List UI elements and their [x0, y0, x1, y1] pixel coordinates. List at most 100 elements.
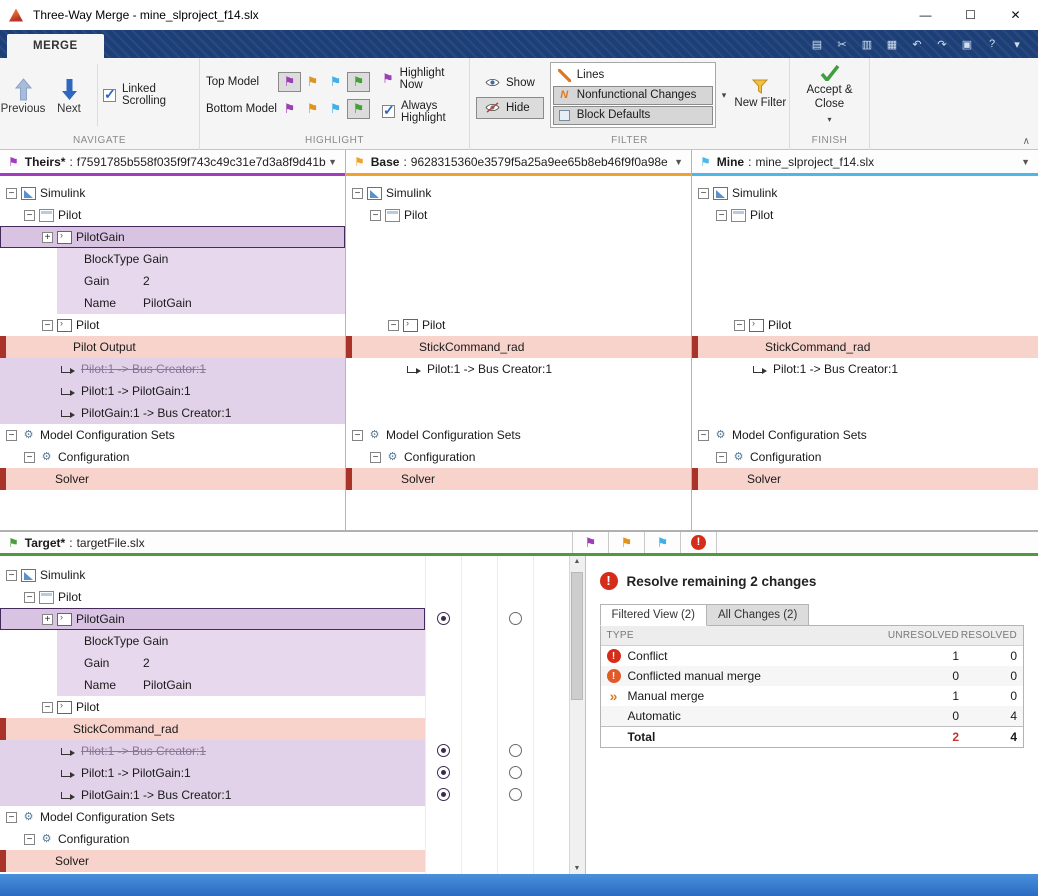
copy-button[interactable]: ▥: [856, 34, 878, 54]
collapse-toggle[interactable]: −: [24, 833, 35, 845]
property-row[interactable]: Name PilotGain: [0, 292, 345, 314]
tree-row[interactable]: PilotGain:1 -> Bus Creator:1: [0, 784, 425, 806]
next-button[interactable]: Next: [46, 61, 92, 129]
always-highlight-checkbox[interactable]: Always Highlight: [382, 100, 469, 124]
collapse-toggle[interactable]: −: [698, 429, 709, 441]
collapse-toggle[interactable]: −: [42, 319, 53, 331]
collapse-toggle[interactable]: −: [6, 187, 17, 199]
tab-merge[interactable]: MERGE: [7, 34, 104, 58]
tree-row[interactable]: − ⚙ Configuration: [0, 446, 345, 468]
tree-row[interactable]: Pilot:1 -> Bus Creator:1: [692, 358, 1038, 380]
linked-scrolling-checkbox[interactable]: Linked Scrolling: [102, 83, 199, 107]
tree-row[interactable]: StickCommand_rad: [692, 336, 1038, 358]
collapse-toggle[interactable]: −: [24, 209, 35, 221]
cut-button[interactable]: ✂: [831, 34, 853, 54]
filter-item[interactable]: N Nonfunctional Changes: [552, 85, 713, 105]
collapse-toggle[interactable]: −: [716, 209, 727, 221]
merge-choice-radio[interactable]: [508, 612, 522, 625]
merge-choice-radio-selected[interactable]: [436, 744, 450, 757]
tree-row[interactable]: StickCommand_rad: [346, 336, 691, 358]
collapse-toggle[interactable]: −: [24, 591, 35, 603]
tree-row[interactable]: Pilot:1 -> Bus Creator:1: [0, 358, 345, 380]
panel-dropdown-caret[interactable]: ▼: [328, 157, 337, 167]
tree-row[interactable]: Pilot Output: [0, 336, 345, 358]
undo-button[interactable]: ↶: [906, 34, 928, 54]
collapse-toggle[interactable]: −: [24, 451, 35, 463]
property-row[interactable]: BlockType Gain: [0, 248, 345, 270]
collapse-ribbon-button[interactable]: ∧: [1023, 136, 1030, 147]
tree-row[interactable]: − Simulink: [0, 182, 345, 204]
redo-button[interactable]: ↷: [931, 34, 953, 54]
collapse-toggle[interactable]: −: [370, 451, 381, 463]
maximize-button[interactable]: ☐: [948, 0, 993, 30]
tree-row[interactable]: Pilot:1 -> PilotGain:1: [0, 380, 345, 402]
collapse-toggle[interactable]: −: [352, 429, 363, 441]
tree-row[interactable]: − ⚙ Configuration: [0, 828, 425, 850]
tree-row[interactable]: − Simulink: [0, 564, 425, 586]
merge-choice-radio-selected[interactable]: [436, 788, 450, 801]
collapse-toggle[interactable]: −: [42, 701, 53, 713]
tree-row[interactable]: − ⚙ Model Configuration Sets: [346, 424, 691, 446]
property-row[interactable]: Gain 2: [0, 270, 345, 292]
tree-row[interactable]: − Simulink: [346, 182, 691, 204]
scrollbar-thumb[interactable]: [570, 572, 583, 700]
tree-row[interactable]: + PilotGain: [0, 608, 425, 630]
panel-dropdown-caret[interactable]: ▼: [674, 157, 683, 167]
merge-choice-radio[interactable]: [508, 744, 522, 757]
tree-row[interactable]: − Pilot: [346, 204, 691, 226]
highlight-now-button[interactable]: ⚑ Highlight Now: [382, 67, 469, 91]
collapse-toggle[interactable]: −: [698, 187, 709, 199]
top-highlight-theirs-flag[interactable]: ⚑: [278, 71, 301, 92]
bottom-highlight-target-flag[interactable]: ⚑: [347, 98, 370, 119]
tree-row[interactable]: Pilot:1 -> PilotGain:1: [0, 762, 425, 784]
tree-row[interactable]: − ⚙ Model Configuration Sets: [0, 806, 425, 828]
tree-row[interactable]: PilotGain:1 -> Bus Creator:1: [0, 402, 345, 424]
collapse-toggle[interactable]: −: [370, 209, 381, 221]
property-row[interactable]: Gain 2: [0, 652, 425, 674]
tab-filtered-view[interactable]: Filtered View (2): [599, 604, 708, 626]
tree-row[interactable]: Pilot:1 -> Bus Creator:1: [0, 740, 425, 762]
paste-button[interactable]: ▦: [881, 34, 903, 54]
tree-row[interactable]: − Pilot: [346, 314, 691, 336]
tree-row[interactable]: − Pilot: [0, 314, 345, 336]
tree-row[interactable]: − ⚙ Model Configuration Sets: [0, 424, 345, 446]
bottom-highlight-mine-flag[interactable]: ⚑: [324, 99, 347, 119]
tree-row[interactable]: − ⚙ Configuration: [346, 446, 691, 468]
save-button[interactable]: ▤: [806, 34, 828, 54]
tree-row[interactable]: − ⚙ Model Configuration Sets: [692, 424, 1038, 446]
new-filter-button[interactable]: New Filter: [732, 61, 788, 129]
tree-row[interactable]: Solver: [0, 850, 425, 872]
tree-row[interactable]: − Pilot: [0, 586, 425, 608]
collapse-toggle[interactable]: −: [6, 569, 17, 581]
collapse-toggle[interactable]: −: [352, 187, 363, 199]
merge-choice-radio-selected[interactable]: [436, 612, 450, 625]
tree-row[interactable]: Solver: [692, 468, 1038, 490]
collapse-toggle[interactable]: −: [6, 811, 17, 823]
tree-row[interactable]: Pilot:1 -> Bus Creator:1: [346, 358, 691, 380]
tree-row[interactable]: Solver: [346, 468, 691, 490]
filter-item[interactable]: Block Defaults: [552, 105, 713, 125]
minimize-button[interactable]: —: [903, 0, 948, 30]
filter-dropdown-caret-icon[interactable]: ▾: [722, 90, 727, 101]
panel-dropdown-caret[interactable]: ▼: [1021, 157, 1030, 167]
scroll-up-arrow[interactable]: ▲: [570, 558, 585, 565]
bottom-highlight-theirs-flag[interactable]: ⚑: [278, 99, 301, 119]
collapse-toggle[interactable]: −: [734, 319, 745, 331]
tab-all-changes[interactable]: All Changes (2): [706, 604, 810, 626]
target-scrollbar[interactable]: ▲ ▼: [568, 556, 585, 874]
collapse-toggle[interactable]: −: [6, 429, 17, 441]
bottom-highlight-base-flag[interactable]: ⚑: [301, 99, 324, 119]
merge-choice-radio-selected[interactable]: [436, 766, 450, 779]
dock-button[interactable]: ▣: [956, 34, 978, 54]
collapse-toggle[interactable]: −: [716, 451, 727, 463]
filter-item[interactable]: Lines: [553, 66, 713, 85]
show-button[interactable]: Show: [476, 72, 544, 94]
expand-toggle[interactable]: +: [42, 231, 53, 243]
top-highlight-base-flag[interactable]: ⚑: [301, 72, 324, 92]
close-button[interactable]: ✕: [993, 0, 1038, 30]
tree-row[interactable]: − Pilot: [692, 314, 1038, 336]
tree-row[interactable]: − Pilot: [0, 204, 345, 226]
merge-choice-radio[interactable]: [508, 788, 522, 801]
previous-button[interactable]: Previous: [0, 61, 46, 129]
tree-row[interactable]: − Pilot: [0, 696, 425, 718]
